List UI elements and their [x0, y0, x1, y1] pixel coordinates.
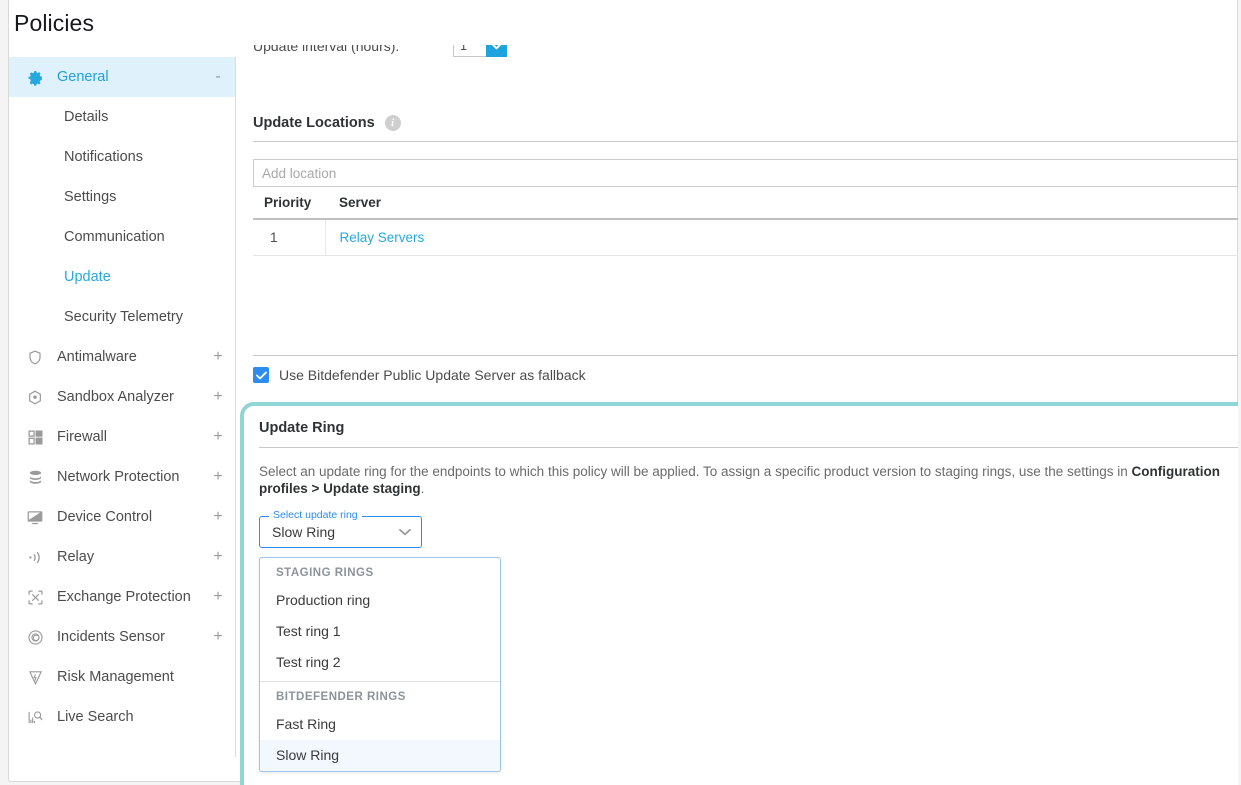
- sidebar-subitem-communication[interactable]: Communication: [9, 217, 235, 257]
- policy-content: Update interval (hours): 1 Update Locati…: [237, 45, 1238, 785]
- column-header-priority: Priority: [253, 192, 325, 219]
- fallback-checkbox-row[interactable]: Use Bitdefender Public Update Server as …: [253, 365, 586, 385]
- update-locations-table: Priority Server 1 Relay Servers: [253, 192, 1238, 256]
- update-ring-select-wrapper: Slow Ring Select update ring: [259, 516, 422, 548]
- live-search-icon: [25, 707, 45, 727]
- sidebar-subitem-label: Details: [64, 109, 108, 125]
- sidebar-item-label: Antimalware: [57, 349, 213, 365]
- stack-icon: [25, 467, 45, 487]
- sidebar-item-risk-management[interactable]: Risk Management: [9, 657, 235, 697]
- sidebar-subitem-label: Communication: [64, 229, 165, 245]
- update-interval-select[interactable]: 1: [453, 45, 507, 57]
- sidebar-subitem-settings[interactable]: Settings: [9, 177, 235, 217]
- target-icon: [25, 627, 45, 647]
- sidebar-item-label: Network Protection: [57, 469, 213, 485]
- chevron-down-icon: [399, 528, 411, 536]
- update-interval-value: 1: [460, 45, 467, 53]
- sidebar-item-exchange-protection[interactable]: Exchange Protection +: [9, 577, 235, 617]
- exchange-icon: [25, 587, 45, 607]
- sidebar-item-label: Firewall: [57, 429, 213, 445]
- cube-icon: [25, 387, 45, 407]
- update-ring-description: Select an update ring for the endpoints …: [259, 463, 1238, 497]
- firewall-icon: [25, 427, 45, 447]
- column-header-server: Server: [325, 192, 1238, 219]
- expand-toggle-icon[interactable]: +: [213, 429, 223, 445]
- update-ring-select-value: Slow Ring: [272, 524, 335, 540]
- update-ring-dropdown-menu: STAGING RINGS Production ring Test ring …: [259, 557, 501, 772]
- app-window: Policies General - Details Notifications…: [0, 0, 1241, 785]
- option-slow-ring[interactable]: Slow Ring: [260, 740, 500, 771]
- sidebar-item-network-protection[interactable]: Network Protection +: [9, 457, 235, 497]
- broadcast-icon: [25, 547, 45, 567]
- cell-server: Relay Servers: [325, 219, 1238, 256]
- cell-priority: 1: [253, 219, 325, 256]
- option-group-label-staging: STAGING RINGS: [260, 558, 500, 585]
- option-production-ring[interactable]: Production ring: [260, 585, 500, 616]
- fallback-checkbox-label: Use Bitdefender Public Update Server as …: [279, 367, 586, 383]
- sidebar-subitem-update[interactable]: Update: [9, 257, 235, 297]
- sidebar-item-label: Incidents Sensor: [57, 629, 213, 645]
- expand-toggle-icon[interactable]: +: [213, 469, 223, 485]
- sidebar-subitem-label: Notifications: [64, 149, 143, 165]
- sidebar-item-label: Exchange Protection: [57, 589, 213, 605]
- table-header-row: Priority Server: [253, 192, 1238, 219]
- sidebar-item-device-control[interactable]: Device Control +: [9, 497, 235, 537]
- section-title: Update Locations: [253, 115, 375, 131]
- sidebar-item-label: Sandbox Analyzer: [57, 389, 213, 405]
- expand-toggle-icon[interactable]: +: [213, 349, 223, 365]
- description-suffix: .: [421, 481, 425, 496]
- expand-toggle-icon[interactable]: +: [213, 389, 223, 405]
- info-icon[interactable]: i: [385, 115, 401, 131]
- option-test-ring-1[interactable]: Test ring 1: [260, 616, 500, 647]
- policy-sidebar: General - Details Notifications Settings…: [9, 57, 236, 757]
- expand-toggle-icon[interactable]: +: [213, 629, 223, 645]
- option-test-ring-2[interactable]: Test ring 2: [260, 647, 500, 678]
- sidebar-item-relay[interactable]: Relay +: [9, 537, 235, 577]
- gear-icon: [25, 67, 45, 87]
- sidebar-item-label: Risk Management: [57, 669, 213, 685]
- sidebar-item-incidents-sensor[interactable]: Incidents Sensor +: [9, 617, 235, 657]
- update-ring-heading: Update Ring: [259, 420, 1238, 448]
- description-text: Select an update ring for the endpoints …: [259, 464, 1132, 479]
- relay-servers-link[interactable]: Relay Servers: [340, 230, 425, 245]
- update-locations-heading: Update Locations i: [253, 115, 1238, 142]
- collapse-toggle-icon[interactable]: -: [213, 69, 223, 85]
- sidebar-item-antimalware[interactable]: Antimalware +: [9, 337, 235, 377]
- option-fast-ring[interactable]: Fast Ring: [260, 709, 500, 740]
- sidebar-item-label: Device Control: [57, 509, 213, 525]
- page-title: Policies: [14, 10, 94, 37]
- chevron-down-icon[interactable]: [486, 45, 507, 57]
- sidebar-subitem-label: Settings: [64, 189, 116, 205]
- sidebar-item-firewall[interactable]: Firewall +: [9, 417, 235, 457]
- monitor-icon: [25, 507, 45, 527]
- sidebar-item-live-search[interactable]: Live Search: [9, 697, 235, 737]
- update-ring-panel: Update Ring Select an update ring for th…: [240, 402, 1238, 785]
- update-ring-select-legend: Select update ring: [269, 509, 362, 521]
- sidebar-subitem-details[interactable]: Details: [9, 97, 235, 137]
- add-location-input[interactable]: [253, 159, 1238, 187]
- update-interval-label: Update interval (hours):: [253, 45, 453, 54]
- sidebar-subitem-security-telemetry[interactable]: Security Telemetry: [9, 297, 235, 337]
- risk-icon: [25, 667, 45, 687]
- fallback-checkbox[interactable]: [253, 367, 269, 383]
- sidebar-item-label: Relay: [57, 549, 213, 565]
- expand-toggle-icon[interactable]: +: [213, 549, 223, 565]
- sidebar-subitem-label: Security Telemetry: [64, 309, 183, 325]
- table-row: 1 Relay Servers: [253, 219, 1238, 256]
- sidebar-subitem-label: Update: [64, 269, 111, 285]
- option-group-label-bitdefender: BITDEFENDER RINGS: [260, 681, 500, 709]
- sidebar-subitem-notifications[interactable]: Notifications: [9, 137, 235, 177]
- expand-toggle-icon[interactable]: +: [213, 509, 223, 525]
- shield-icon: [25, 347, 45, 367]
- sidebar-item-label: General: [57, 69, 213, 85]
- divider: [253, 355, 1238, 356]
- sidebar-item-label: Live Search: [57, 709, 213, 725]
- expand-toggle-icon[interactable]: +: [213, 589, 223, 605]
- sidebar-item-sandbox-analyzer[interactable]: Sandbox Analyzer +: [9, 377, 235, 417]
- sidebar-item-general[interactable]: General -: [9, 57, 235, 97]
- update-interval-row: Update interval (hours): 1: [253, 45, 1238, 75]
